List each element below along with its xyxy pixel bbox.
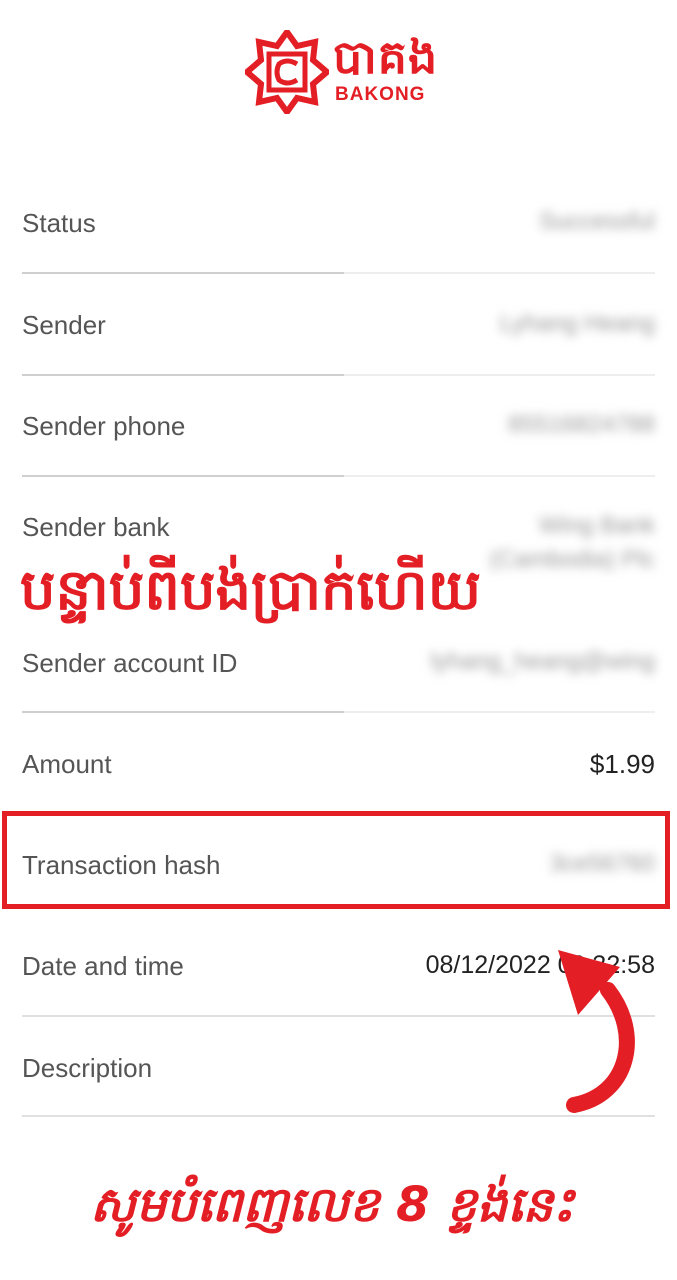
status-label: Status: [22, 208, 96, 238]
amount-value: $1.99: [589, 749, 655, 779]
description-label: Description: [22, 1053, 153, 1083]
row-amount: Amount $1.99: [22, 749, 655, 789]
logo-english-text: BAKONG: [335, 84, 426, 105]
row-sender: Sender Lyhang Heang: [22, 310, 655, 350]
transaction-hash-highlight: [2, 811, 670, 909]
sender-label: Sender: [22, 310, 106, 340]
sender-value: Lyhang Heang: [499, 310, 655, 337]
divider: [22, 374, 655, 376]
instruction-overlay-top: បន្ទាប់ពីបង់ប្រាក់ហើយ: [20, 558, 482, 623]
instruction-overlay-bottom: សូមបំពេញលេខ 8 ខ្ទង់នេះ: [90, 1177, 575, 1233]
amount-label: Amount: [22, 749, 112, 779]
sender-account-id-value: lyhang_heang@wing: [430, 648, 655, 675]
status-value: Successful: [538, 208, 655, 235]
sender-bank-value: Wing Bank: [538, 512, 655, 539]
sender-account-id-label: Sender account ID: [22, 648, 238, 678]
date-time-label: Date and time: [22, 951, 184, 981]
divider: [22, 711, 655, 713]
row-sender-account-id: Sender account ID lyhang_heang@wing: [22, 648, 655, 688]
logo-khmer-text: បាគង: [333, 30, 439, 84]
sender-bank-value-line2: (Cambodia) Plc: [489, 546, 655, 573]
row-sender-phone: Sender phone 85516824788: [22, 411, 655, 451]
bakong-logo: បាគង BAKONG: [245, 30, 445, 118]
curved-arrow-icon: [558, 950, 635, 1113]
sender-bank-label: Sender bank: [22, 512, 170, 542]
bakong-logo-icon: [245, 30, 329, 114]
sender-phone-label: Sender phone: [22, 411, 186, 441]
row-status: Status Successful: [22, 208, 655, 248]
transaction-receipt: បាគង BAKONG Status Successful Sender Lyh…: [0, 0, 677, 1280]
divider: [22, 272, 655, 274]
sender-phone-value: 85516824788: [508, 411, 655, 438]
divider: [22, 475, 655, 477]
